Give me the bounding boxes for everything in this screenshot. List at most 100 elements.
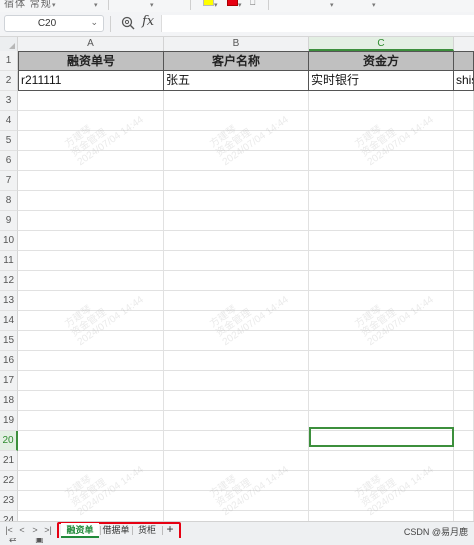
- row-header-7[interactable]: 7: [0, 171, 18, 191]
- cell-d24[interactable]: [454, 511, 474, 521]
- cell-a23[interactable]: [18, 491, 164, 511]
- tab-huogui[interactable]: 货柜: [133, 523, 161, 538]
- cell-c17[interactable]: [309, 371, 454, 391]
- cell-c23[interactable]: [309, 491, 454, 511]
- row-header-18[interactable]: 18: [0, 391, 18, 411]
- cell-c1[interactable]: 资金方: [309, 51, 454, 71]
- chevron-down-icon[interactable]: ▾: [372, 2, 376, 10]
- row-header-17[interactable]: 17: [0, 371, 18, 391]
- cell-c9[interactable]: [309, 211, 454, 231]
- cell-c15[interactable]: [309, 331, 454, 351]
- row-header-10[interactable]: 10: [0, 231, 18, 251]
- tab-rongzidan[interactable]: 融资单: [61, 523, 99, 538]
- cell-d11[interactable]: [454, 251, 474, 271]
- row-header-22[interactable]: 22: [0, 471, 18, 491]
- cell-d21[interactable]: [454, 451, 474, 471]
- chevron-down-icon[interactable]: ▾: [330, 2, 334, 10]
- row-header-4[interactable]: 4: [0, 111, 18, 131]
- cell-d9[interactable]: [454, 211, 474, 231]
- cell-c2[interactable]: 实时银行: [309, 71, 454, 91]
- cell-a3[interactable]: [18, 91, 164, 111]
- cell-b8[interactable]: [164, 191, 309, 211]
- row-header-1[interactable]: 1: [0, 51, 18, 71]
- row-header-20[interactable]: 20: [0, 431, 18, 451]
- cell-b7[interactable]: [164, 171, 309, 191]
- cell-d17[interactable]: [454, 371, 474, 391]
- row-header-11[interactable]: 11: [0, 251, 18, 271]
- chevron-down-icon[interactable]: ▾: [150, 2, 154, 10]
- chevron-down-icon[interactable]: ▾: [94, 2, 98, 10]
- fill-color-icon[interactable]: [203, 0, 214, 6]
- cell-b6[interactable]: [164, 151, 309, 171]
- sheet-settings-icon[interactable]: ⇄: [9, 538, 17, 545]
- tab-jiejudan[interactable]: 借据单: [101, 523, 131, 538]
- format-icon[interactable]: ⎕: [250, 0, 255, 8]
- chevron-down-icon[interactable]: ▾: [238, 2, 242, 10]
- cell-d1[interactable]: [454, 51, 474, 71]
- cell-a10[interactable]: [18, 231, 164, 251]
- cell-b13[interactable]: [164, 291, 309, 311]
- row-header-2[interactable]: 2: [0, 71, 18, 91]
- first-sheet-icon[interactable]: |<: [4, 522, 14, 538]
- cell-c16[interactable]: [309, 351, 454, 371]
- active-cell-c20[interactable]: [309, 427, 454, 447]
- zoom-icon[interactable]: [120, 15, 136, 31]
- cell-b2[interactable]: 张五: [164, 71, 309, 91]
- row-header-6[interactable]: 6: [0, 151, 18, 171]
- cell-d2[interactable]: shisi: [454, 71, 474, 91]
- cell-d16[interactable]: [454, 351, 474, 371]
- cell-d13[interactable]: [454, 291, 474, 311]
- cell-d6[interactable]: [454, 151, 474, 171]
- name-box[interactable]: C20 ⌄: [4, 15, 104, 32]
- cell-c21[interactable]: [309, 451, 454, 471]
- cell-c7[interactable]: [309, 171, 454, 191]
- cell-b4[interactable]: [164, 111, 309, 131]
- cell-d23[interactable]: [454, 491, 474, 511]
- cell-a21[interactable]: [18, 451, 164, 471]
- cell-c18[interactable]: [309, 391, 454, 411]
- row-header-15[interactable]: 15: [0, 331, 18, 351]
- cell-a24[interactable]: [18, 511, 164, 521]
- cell-c22[interactable]: [309, 471, 454, 491]
- column-header-d[interactable]: [454, 37, 474, 51]
- cell-a18[interactable]: [18, 391, 164, 411]
- cell-a22[interactable]: [18, 471, 164, 491]
- formula-input[interactable]: [161, 15, 474, 32]
- row-header-24[interactable]: 24: [0, 511, 18, 521]
- cell-c6[interactable]: [309, 151, 454, 171]
- cell-a17[interactable]: [18, 371, 164, 391]
- cell-c24[interactable]: [309, 511, 454, 521]
- cell-a13[interactable]: [18, 291, 164, 311]
- cell-c11[interactable]: [309, 251, 454, 271]
- row-header-3[interactable]: 3: [0, 91, 18, 111]
- row-header-9[interactable]: 9: [0, 211, 18, 231]
- row-header-23[interactable]: 23: [0, 491, 18, 511]
- cell-a6[interactable]: [18, 151, 164, 171]
- cell-b17[interactable]: [164, 371, 309, 391]
- cell-d18[interactable]: [454, 391, 474, 411]
- cell-b10[interactable]: [164, 231, 309, 251]
- cell-c3[interactable]: [309, 91, 454, 111]
- cell-a15[interactable]: [18, 331, 164, 351]
- cell-c10[interactable]: [309, 231, 454, 251]
- cell-d22[interactable]: [454, 471, 474, 491]
- cell-b18[interactable]: [164, 391, 309, 411]
- row-header-8[interactable]: 8: [0, 191, 18, 211]
- prev-sheet-icon[interactable]: <: [17, 522, 27, 538]
- cell-a19[interactable]: [18, 411, 164, 431]
- cell-d20[interactable]: [454, 431, 474, 451]
- cell-b21[interactable]: [164, 451, 309, 471]
- cell-b15[interactable]: [164, 331, 309, 351]
- cell-a5[interactable]: [18, 131, 164, 151]
- row-header-5[interactable]: 5: [0, 131, 18, 151]
- cell-d15[interactable]: [454, 331, 474, 351]
- cell-b22[interactable]: [164, 471, 309, 491]
- cell-b11[interactable]: [164, 251, 309, 271]
- column-header-b[interactable]: B: [164, 37, 309, 51]
- cell-c8[interactable]: [309, 191, 454, 211]
- cell-d7[interactable]: [454, 171, 474, 191]
- cell-d12[interactable]: [454, 271, 474, 291]
- row-header-21[interactable]: 21: [0, 451, 18, 471]
- cell-b12[interactable]: [164, 271, 309, 291]
- cell-area[interactable]: 融资单号 客户名称 资金方 r211111 张五 实时银行 shisi 方建琴资…: [18, 51, 474, 521]
